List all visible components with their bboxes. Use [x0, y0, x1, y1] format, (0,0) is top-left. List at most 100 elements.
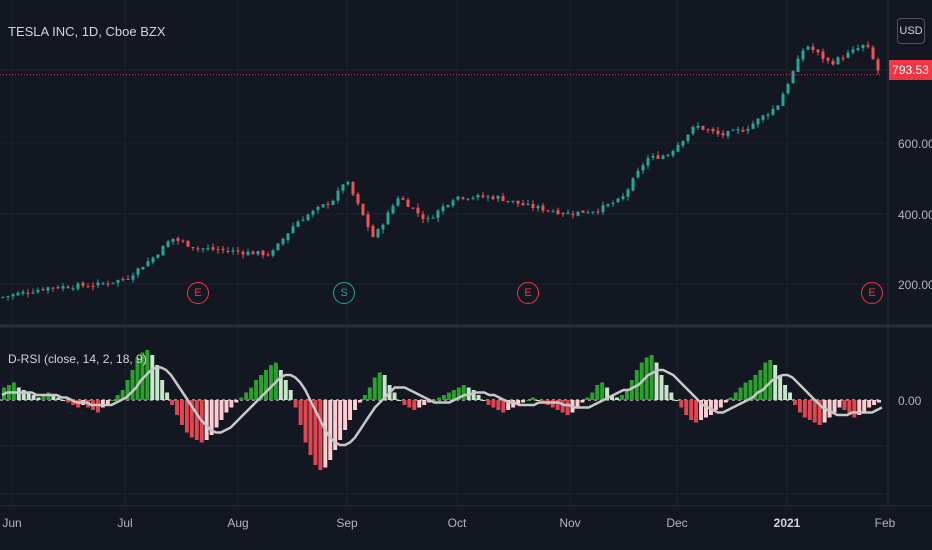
histogram-bar: [684, 400, 689, 415]
candle-body: [76, 283, 80, 289]
candle-body: [766, 114, 770, 116]
candle-body: [106, 283, 110, 285]
candle-body: [351, 181, 355, 195]
histogram-bar: [679, 400, 684, 408]
histogram-bar: [397, 400, 402, 401]
candle-body: [456, 196, 460, 200]
symbol-label[interactable]: TESLA INC, 1D, Cboe BZX: [8, 24, 166, 39]
candle-body: [36, 289, 40, 293]
candle-body: [866, 45, 870, 47]
candle-body: [751, 123, 755, 129]
candle-body: [336, 190, 340, 201]
candle-body: [6, 296, 10, 298]
price-tick-200: 200.00: [898, 278, 932, 292]
histogram-bar: [234, 400, 239, 403]
candle-body: [161, 245, 165, 256]
candle-body: [166, 241, 170, 247]
currency-button[interactable]: USD: [897, 18, 925, 44]
histogram-bar: [254, 380, 259, 400]
candle-body: [536, 206, 540, 209]
candle-body: [306, 214, 310, 221]
time-tick-nov: Nov: [559, 516, 581, 530]
histogram-bar: [664, 385, 669, 400]
candle-body: [591, 211, 595, 213]
event-split-marker[interactable]: S: [333, 282, 355, 304]
event-earnings-marker[interactable]: E: [187, 282, 209, 304]
histogram-bar: [318, 400, 323, 470]
histogram-bar: [600, 382, 605, 400]
candle-body: [526, 203, 530, 205]
histogram-bar: [179, 400, 184, 425]
histogram-bar: [175, 400, 179, 415]
histogram-bar: [862, 400, 867, 413]
candle-body: [566, 212, 570, 215]
candle-body: [396, 198, 400, 206]
candle-body: [771, 108, 775, 115]
histogram-bar: [417, 400, 422, 408]
histogram-bar: [758, 370, 763, 400]
candle-body: [581, 210, 585, 213]
candle-body: [266, 254, 270, 256]
candle-body: [301, 219, 305, 221]
histogram-bar: [872, 400, 877, 405]
price-candles[interactable]: [1, 41, 880, 301]
histogram-bar: [150, 355, 155, 400]
candle-body: [216, 249, 220, 251]
histogram-bar: [842, 400, 847, 410]
histogram-bar: [160, 380, 165, 400]
event-earnings-marker[interactable]: E: [861, 282, 883, 304]
candle-body: [756, 118, 760, 125]
chart-canvas: [0, 0, 932, 507]
candle-body: [811, 46, 815, 50]
candle-body: [196, 248, 200, 250]
time-tick-jul: Jul: [117, 516, 133, 530]
candle-body: [626, 189, 630, 197]
candle-body: [666, 154, 670, 157]
candle-body: [521, 203, 525, 206]
candle-body: [571, 213, 575, 215]
candle-body: [721, 133, 725, 136]
histogram-bar: [110, 400, 115, 401]
candle-body: [661, 155, 665, 159]
candle-body: [191, 247, 195, 249]
candle-body: [836, 57, 840, 65]
candle-body: [576, 211, 580, 216]
candle-body: [641, 165, 645, 171]
candle-body: [251, 251, 255, 255]
histogram-bar: [521, 400, 526, 403]
event-earnings-marker[interactable]: E: [517, 282, 539, 304]
candle-body: [651, 155, 655, 158]
candle-body: [471, 197, 475, 199]
candle-body: [646, 158, 650, 166]
histogram-bar: [288, 390, 293, 400]
candle-body: [586, 212, 590, 214]
candle-body: [186, 240, 190, 247]
candle-body: [511, 200, 515, 202]
candle-body: [96, 282, 100, 286]
histogram-bar: [852, 400, 857, 418]
histogram-bar: [239, 397, 244, 400]
candle-body: [681, 141, 685, 146]
candle-body: [171, 238, 175, 242]
histogram-bar: [348, 400, 353, 420]
histogram-bar: [357, 400, 362, 403]
candle-body: [291, 226, 295, 234]
candle-body: [551, 211, 555, 213]
histogram-bar: [783, 385, 788, 400]
histogram-bar: [244, 392, 249, 400]
candle-body: [631, 178, 635, 191]
histogram-bar: [476, 395, 481, 400]
candle-body: [741, 130, 745, 132]
candle-body: [331, 200, 335, 205]
candle-body: [356, 194, 360, 204]
candle-body: [466, 198, 470, 200]
candle-body: [546, 210, 550, 212]
candle-body: [31, 292, 35, 294]
candle-body: [726, 131, 730, 137]
candle-body: [56, 287, 60, 289]
candle-body: [61, 286, 65, 289]
indicator-label[interactable]: D-RSI (close, 14, 2, 18, 9): [8, 352, 147, 366]
candle-body: [231, 250, 235, 252]
candle-body: [286, 233, 290, 241]
last-price-badge: 793.53: [889, 60, 932, 80]
